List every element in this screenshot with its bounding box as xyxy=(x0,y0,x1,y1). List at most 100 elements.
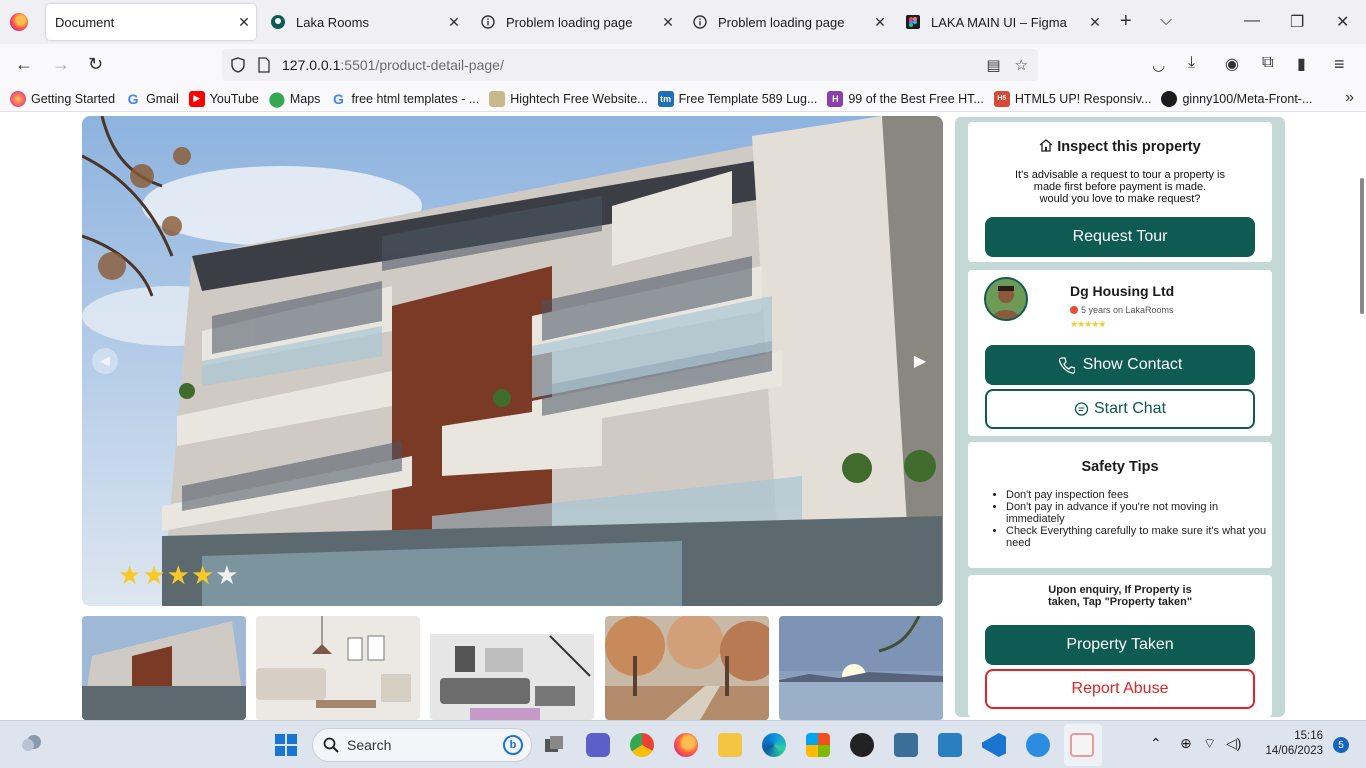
figma-icon xyxy=(905,14,921,30)
file-explorer-icon[interactable] xyxy=(718,733,742,757)
edge-icon[interactable] xyxy=(762,733,786,757)
close-tab-icon[interactable]: ✕ xyxy=(656,14,680,31)
tab-laka-rooms[interactable]: Laka Rooms ✕ xyxy=(260,4,466,40)
safety-tips-card: Safety Tips Don't pay inspection fees Do… xyxy=(968,442,1272,568)
network-icon[interactable]: ⌔ xyxy=(1203,735,1216,753)
restore-icon[interactable]: ❐ xyxy=(1290,12,1304,32)
property-status-card: Upon enquiry, If Property is taken, Tap … xyxy=(968,575,1272,717)
taskbar-search-box[interactable]: Search b xyxy=(312,728,532,762)
star-filled-icon: ★ xyxy=(118,560,143,590)
tracking-shield-icon[interactable] xyxy=(230,57,246,73)
downloads-icon[interactable]: ⤓ xyxy=(1188,54,1195,72)
bookmark-label: HTML5 UP! Responsiv... xyxy=(1014,91,1152,106)
thumbnail-autumn-park[interactable] xyxy=(605,616,769,720)
firefox-taskbar-icon[interactable] xyxy=(674,733,698,757)
bookmark-label: Gmail xyxy=(146,91,179,106)
notepad-icon[interactable] xyxy=(938,733,962,757)
github-desktop-icon[interactable] xyxy=(850,733,874,757)
help-icon[interactable] xyxy=(1026,733,1050,757)
chrome-icon[interactable] xyxy=(630,733,654,757)
system-clock[interactable]: 15:16 14/06/2023 xyxy=(1265,729,1323,759)
teams-chat-icon[interactable] xyxy=(586,733,610,757)
tab-figma[interactable]: LAKA MAIN UI – Figma ✕ xyxy=(895,4,1107,40)
bookmark-gmail[interactable]: G Gmail xyxy=(125,91,179,107)
menu-hamburger-icon[interactable]: ≡ xyxy=(1334,54,1345,75)
windows-taskbar: Search b ⌃ ⊕ ⌔ ◁) 15:16 14/06/2023 5 xyxy=(0,720,1366,768)
url-path: :5501/product-detail-page/ xyxy=(340,57,504,73)
show-hidden-icons[interactable]: ⌃ xyxy=(1150,735,1162,752)
bookmark-label: Free Template 589 Lug... xyxy=(678,91,818,106)
close-window-icon[interactable]: ✕ xyxy=(1336,12,1349,32)
page-scrollbar[interactable] xyxy=(1360,178,1364,314)
close-tab-icon[interactable]: ✕ xyxy=(442,14,466,31)
close-tab-icon[interactable]: ✕ xyxy=(868,14,892,31)
bookmark-youtube[interactable]: ▶ YouTube xyxy=(188,90,259,107)
info-icon xyxy=(480,14,496,30)
monitor-app-icon[interactable] xyxy=(894,733,918,757)
verified-badge-icon xyxy=(1070,306,1078,314)
new-tab-icon[interactable]: + xyxy=(1120,10,1132,33)
tab-title: Problem loading page xyxy=(718,14,845,30)
reload-icon[interactable]: ↻ xyxy=(88,54,103,75)
tm-favicon-icon: tm xyxy=(657,90,674,107)
next-image-button[interactable]: ▶ xyxy=(907,348,933,374)
extension-app-icon[interactable]: ▮ xyxy=(1297,54,1306,74)
bookmark-free-template[interactable]: tm Free Template 589 Lug... xyxy=(657,90,818,107)
notification-badge[interactable]: 5 xyxy=(1333,737,1349,753)
list-tabs-icon[interactable]: ⌵ xyxy=(1160,12,1172,30)
house-icon xyxy=(1039,139,1053,156)
microsoft-store-icon[interactable] xyxy=(806,733,830,757)
tab-document[interactable]: Document ✕ xyxy=(46,4,256,40)
inspect-property-card: Inspect this property It's advisable a r… xyxy=(968,122,1272,262)
task-view-icon[interactable] xyxy=(542,733,566,757)
report-abuse-button[interactable]: Report Abuse xyxy=(985,669,1255,709)
account-icon[interactable]: ◉ xyxy=(1225,54,1239,74)
show-contact-button[interactable]: Show Contact xyxy=(985,345,1255,385)
property-sidebar: Inspect this property It's advisable a r… xyxy=(955,117,1285,717)
search-icon xyxy=(323,737,339,753)
bookmark-github[interactable]: ginny100/Meta-Front-... xyxy=(1161,90,1312,107)
more-bookmarks-icon[interactable]: » xyxy=(1345,89,1354,107)
forward-icon[interactable]: → xyxy=(52,54,70,75)
start-chat-button[interactable]: Start Chat xyxy=(985,389,1255,429)
thumbnail-living-room[interactable] xyxy=(256,616,420,720)
pocket-icon[interactable]: ◡ xyxy=(1152,56,1165,74)
bookmark-getting-started[interactable]: Getting Started xyxy=(10,90,115,107)
bookmark-label: Maps xyxy=(289,91,321,106)
thumbnail-lounge[interactable] xyxy=(430,616,594,720)
previous-image-button[interactable]: ◀ xyxy=(92,348,118,374)
thumbnail-sunset-beach[interactable] xyxy=(779,616,943,720)
weather-widget-icon[interactable] xyxy=(20,731,44,755)
inspect-note-line: would you love to make request? xyxy=(1039,193,1201,205)
property-taken-button[interactable]: Property Taken xyxy=(985,625,1255,665)
tab-title: Laka Rooms xyxy=(296,14,369,30)
agent-stars: ★★★★★ xyxy=(1070,319,1106,329)
reader-view-icon[interactable]: ▤ xyxy=(986,56,1000,74)
start-windows-icon[interactable] xyxy=(274,733,298,757)
search-placeholder: Search xyxy=(347,737,392,753)
back-icon[interactable]: ← xyxy=(15,54,33,75)
bookmark-html5up[interactable]: H5 HTML5 UP! Responsiv... xyxy=(993,90,1152,107)
tab-problem-loading-2[interactable]: Problem loading page ✕ xyxy=(682,4,892,40)
volume-icon[interactable]: ◁) xyxy=(1226,735,1241,752)
page-info-icon[interactable] xyxy=(258,57,272,73)
close-tab-icon[interactable]: ✕ xyxy=(232,14,256,31)
bookmark-free-html-templates[interactable]: Gfree html templates - ... xyxy=(330,91,479,107)
agent-card: Dg Housing Ltd 5 years on LakaRooms ★★★★… xyxy=(968,270,1272,436)
close-tab-icon[interactable]: ✕ xyxy=(1083,14,1107,31)
bookmark-star-icon[interactable]: ☆ xyxy=(1015,56,1028,74)
firefox-menu-icon[interactable] xyxy=(10,13,28,31)
request-tour-button[interactable]: Request Tour xyxy=(985,217,1255,257)
bookmark-99-best[interactable]: H 99 of the Best Free HT... xyxy=(827,90,984,107)
extensions-icon[interactable]: ⧉ xyxy=(1262,54,1273,72)
bookmark-maps[interactable]: ⬤ Maps xyxy=(268,91,321,108)
address-bar[interactable]: 127.0.0.1:5501/product-detail-page/ ▤ ☆ xyxy=(222,49,1038,81)
google-icon: G xyxy=(332,90,344,107)
language-globe-icon[interactable]: ⊕ xyxy=(1180,735,1192,752)
minimize-icon[interactable]: — xyxy=(1244,12,1260,30)
github-icon xyxy=(1161,90,1178,107)
vscode-icon[interactable] xyxy=(982,733,1006,757)
bookmark-hightech[interactable]: Hightech Free Website... xyxy=(489,90,648,107)
tab-problem-loading-1[interactable]: Problem loading page ✕ xyxy=(470,4,680,40)
thumbnail-building[interactable] xyxy=(82,616,246,720)
